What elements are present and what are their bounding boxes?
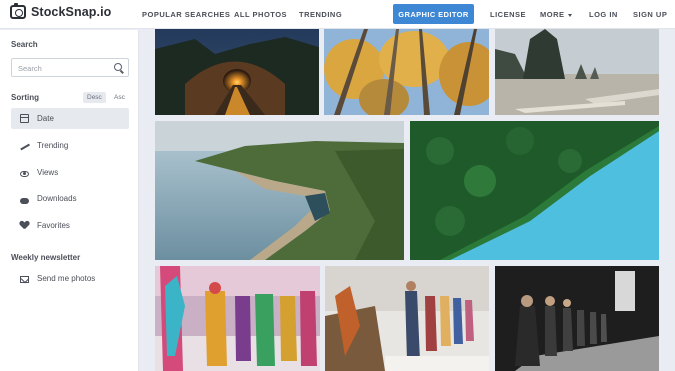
sort-item-date[interactable]: Date: [11, 108, 129, 129]
sort-asc-button[interactable]: Asc: [110, 92, 129, 103]
camera-icon: [10, 3, 26, 19]
logo-text: StockSnap.io: [31, 5, 112, 19]
photo-fashion-show[interactable]: [325, 266, 489, 371]
newsletter-link[interactable]: Send me photos: [11, 268, 129, 289]
search-icon[interactable]: [114, 63, 122, 71]
sort-item-views[interactable]: Views: [11, 162, 129, 183]
nav-trending[interactable]: TRENDING: [299, 10, 342, 19]
photo-coastal-cliff[interactable]: [155, 121, 404, 260]
search-input[interactable]: Search: [11, 58, 129, 77]
nav-license[interactable]: LICENSE: [490, 10, 526, 19]
sort-item-label: Date: [37, 114, 54, 123]
nav-popular-searches[interactable]: POPULAR SEARCHES: [142, 10, 230, 19]
photo-tunnel-road[interactable]: [155, 29, 319, 115]
photo-image: [155, 121, 404, 260]
graphic-editor-label: GRAPHIC EDITOR: [398, 9, 469, 19]
newsletter-section-title: Weekly newsletter: [11, 253, 81, 262]
photo-rocky-beach[interactable]: [495, 29, 659, 115]
top-navigation-bar: StockSnap.io POPULAR SEARCHES ALL PHOTOS…: [0, 0, 675, 29]
sort-desc-button[interactable]: Desc: [83, 92, 106, 103]
nav-all-photos[interactable]: ALL PHOTOS: [234, 10, 287, 19]
nav-more-label: MORE: [540, 10, 565, 19]
photo-forest-lake[interactable]: [410, 121, 659, 260]
sidebar: Search Search Sorting Desc Asc Date Tren…: [0, 30, 139, 371]
photo-image: [155, 266, 320, 371]
photo-image: [495, 266, 659, 371]
cloud-download-icon: [20, 197, 29, 204]
logo[interactable]: StockSnap.io: [10, 3, 112, 19]
photo-image: [410, 121, 659, 260]
graphic-editor-button[interactable]: GRAPHIC EDITOR: [393, 4, 474, 24]
sort-item-label: Downloads: [37, 194, 77, 203]
photo-autumn-forest[interactable]: [324, 29, 489, 115]
nav-login[interactable]: LOG IN: [589, 10, 618, 19]
search-section-title: Search: [11, 40, 38, 49]
sort-item-downloads[interactable]: Downloads: [11, 188, 129, 209]
eye-icon: [20, 170, 29, 177]
photo-image: [324, 29, 489, 115]
newsletter-link-label: Send me photos: [37, 274, 96, 283]
calendar-icon: [20, 114, 29, 123]
photo-image: [495, 29, 659, 115]
sort-item-label: Trending: [37, 141, 69, 150]
search-placeholder: Search: [18, 64, 42, 73]
chevron-down-icon: [567, 13, 572, 17]
photo-colorful-runway[interactable]: [155, 266, 320, 371]
trend-icon: [20, 141, 29, 150]
sort-item-label: Views: [37, 168, 59, 177]
photo-image: [155, 29, 319, 115]
sort-item-trending[interactable]: Trending: [11, 135, 129, 156]
photo-runway-models[interactable]: [495, 266, 659, 371]
sorting-section-title: Sorting: [11, 93, 39, 102]
nav-more[interactable]: MORE: [540, 10, 572, 19]
sort-item-favorites[interactable]: Favorites: [11, 215, 129, 236]
mail-icon: [20, 276, 29, 283]
photo-image: [325, 266, 489, 371]
heart-icon: [20, 221, 29, 230]
nav-signup[interactable]: SIGN UP: [633, 10, 667, 19]
sort-item-label: Favorites: [37, 221, 70, 230]
